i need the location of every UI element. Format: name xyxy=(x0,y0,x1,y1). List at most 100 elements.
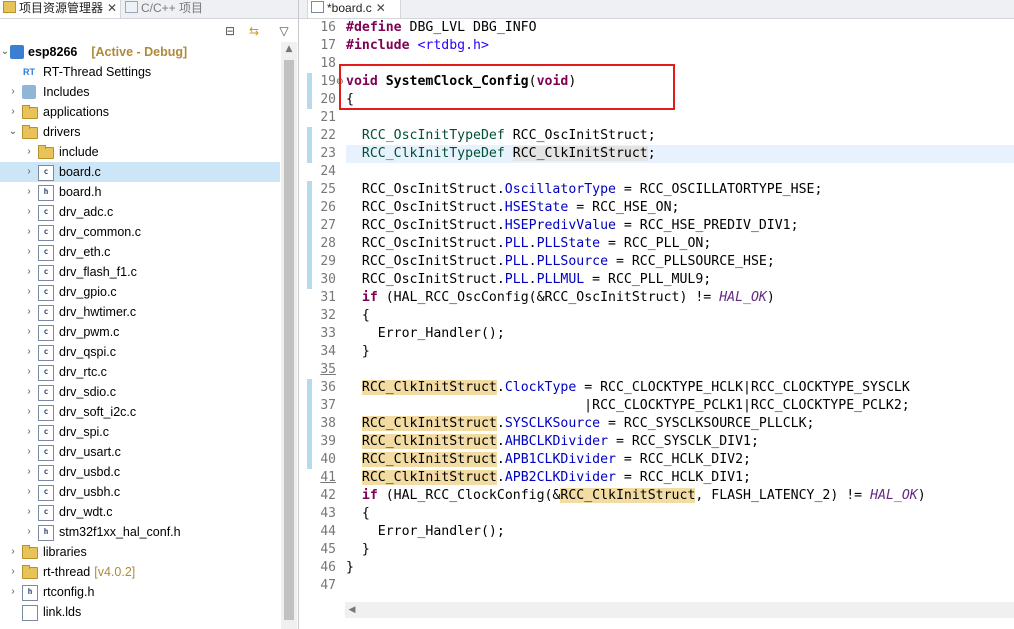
line-number: 33 xyxy=(320,326,336,341)
line-number: 36 xyxy=(320,380,336,395)
tree-item-drv-usbh[interactable]: › c drv_usbh.c xyxy=(0,482,280,502)
chevron-right-icon[interactable]: › xyxy=(24,142,34,162)
tab-board-c[interactable]: *board.c ✕ xyxy=(307,0,401,18)
tree-item-drv-qspi[interactable]: › c drv_qspi.c xyxy=(0,342,280,362)
code-line: RCC_OscInitStruct.OscillatorType = RCC_O… xyxy=(346,181,823,199)
code-text: . xyxy=(496,470,505,485)
chevron-right-icon[interactable]: › xyxy=(24,402,34,422)
chevron-right-icon[interactable]: › xyxy=(24,362,34,382)
chevron-right-icon[interactable]: › xyxy=(24,342,34,362)
tree-item-drv-sdio[interactable]: › c drv_sdio.c xyxy=(0,382,280,402)
close-icon[interactable]: ✕ xyxy=(107,1,117,15)
chevron-down-icon[interactable]: ⌄ xyxy=(0,42,10,62)
tree-item-drv-gpio[interactable]: › c drv_gpio.c xyxy=(0,282,280,302)
chevron-right-icon[interactable]: › xyxy=(24,282,34,302)
tree-item-project[interactable]: ⌄ esp8266 [Active - Debug] xyxy=(0,42,280,62)
line-number: 35 xyxy=(320,362,336,377)
chevron-down-icon[interactable]: ⌄ xyxy=(8,122,18,142)
tree-item-drivers[interactable]: ⌄ drivers xyxy=(0,122,280,142)
tree-item-drv-rtc[interactable]: › c drv_rtc.c xyxy=(0,362,280,382)
tab-project-explorer[interactable]: 项目资源管理器 ✕ xyxy=(0,0,121,18)
chevron-right-icon[interactable]: › xyxy=(24,442,34,462)
line-number: 18 xyxy=(320,56,336,71)
tree-item-stm32f1xx-hal-conf[interactable]: › h stm32f1xx_hal_conf.h xyxy=(0,522,280,542)
tree-item-drv-wdt[interactable]: › c drv_wdt.c xyxy=(0,502,280,522)
tree-item-rt-thread-settings[interactable]: RT RT-Thread Settings xyxy=(0,62,280,82)
chevron-right-icon[interactable]: › xyxy=(24,502,34,522)
scroll-up-icon[interactable]: ▲ xyxy=(281,42,297,56)
explorer-tab-bar: 项目资源管理器 ✕ C/C++ 项目 xyxy=(0,0,298,19)
tree-item-link-lds[interactable]: link.lds xyxy=(0,602,280,622)
line-number-gutter: 16 17 18 19 ⊖ 20 21 22 23 24 25 26 27 28… xyxy=(309,19,343,609)
field-name: APB1CLKDivider xyxy=(504,452,616,467)
tree-item-drv-usart[interactable]: › c drv_usart.c xyxy=(0,442,280,462)
tree-item-rtconfig-h[interactable]: › h rtconfig.h xyxy=(0,582,280,602)
chevron-right-icon[interactable]: › xyxy=(8,542,18,562)
code-text: = RCC_HSE_ON; xyxy=(568,200,680,215)
line-number: 26 xyxy=(320,200,336,215)
c-file-icon: c xyxy=(38,285,54,301)
code-text: RCC_OscInitStruct. xyxy=(346,200,505,215)
collapse-all-icon[interactable]: ⊟ xyxy=(222,23,238,39)
field-name: APB2CLKDivider xyxy=(504,470,616,485)
chevron-right-icon[interactable]: › xyxy=(24,462,34,482)
line-number: 19 xyxy=(320,74,336,89)
chevron-right-icon[interactable]: › xyxy=(24,182,34,202)
field-name: PLLSource xyxy=(536,254,609,269)
chevron-right-icon[interactable]: › xyxy=(24,202,34,222)
tree-item-drv-pwm[interactable]: › c drv_pwm.c xyxy=(0,322,280,342)
code-text: (HAL_RCC_ClockConfig(& xyxy=(377,488,561,503)
tree-item-drv-hwtimer[interactable]: › c drv_hwtimer.c xyxy=(0,302,280,322)
preprocessor-keyword: #include xyxy=(346,38,410,53)
tree-item-label: board.h xyxy=(59,185,102,199)
tree-item-drv-soft-i2c[interactable]: › c drv_soft_i2c.c xyxy=(0,402,280,422)
chevron-right-icon[interactable]: › xyxy=(8,82,18,102)
tree-item-drv-spi[interactable]: › c drv_spi.c xyxy=(0,422,280,442)
tree-item-rt-thread[interactable]: › rt-thread [v4.0.2] xyxy=(0,562,280,582)
tree-item-label: include xyxy=(59,145,99,159)
tree-item-label: libraries xyxy=(43,545,87,559)
line-number: 47 xyxy=(320,578,336,593)
chevron-right-icon[interactable]: › xyxy=(24,302,34,322)
chevron-right-icon[interactable]: › xyxy=(24,422,34,442)
occurrence-highlight: RCC_ClkInitStruct xyxy=(361,380,497,395)
tree-item-includes[interactable]: › Includes xyxy=(0,82,280,102)
tree-item-drv-eth[interactable]: › c drv_eth.c xyxy=(0,242,280,262)
code-text: = RCC_OSCILLATORTYPE_HSE; xyxy=(615,182,823,197)
chevron-right-icon[interactable]: › xyxy=(24,382,34,402)
tree-item-board-h[interactable]: › h board.h xyxy=(0,182,280,202)
close-icon[interactable]: ✕ xyxy=(376,1,386,15)
tree-item-drv-common[interactable]: › c drv_common.c xyxy=(0,222,280,242)
view-menu-icon[interactable]: ▽ xyxy=(276,23,292,39)
tree-item-applications[interactable]: › applications xyxy=(0,102,280,122)
tree-item-libraries[interactable]: › libraries xyxy=(0,542,280,562)
line-number: 27 xyxy=(320,218,336,233)
tree-item-include[interactable]: › include xyxy=(0,142,280,162)
chevron-right-icon[interactable]: › xyxy=(24,482,34,502)
tree-item-drv-adc[interactable]: › c drv_adc.c xyxy=(0,202,280,222)
chevron-right-icon[interactable]: › xyxy=(24,522,34,542)
chevron-right-icon[interactable]: › xyxy=(8,562,18,582)
link-with-editor-icon[interactable]: ⇆ xyxy=(246,23,262,39)
explorer-scrollbar[interactable]: ▲ xyxy=(281,42,297,629)
chevron-right-icon[interactable]: › xyxy=(24,222,34,242)
editor-horizontal-scrollbar[interactable]: ◀ xyxy=(345,602,1014,618)
tree-item-drv-flash-f1[interactable]: › c drv_flash_f1.c xyxy=(0,262,280,282)
tree-item-board-c[interactable]: › c board.c xyxy=(0,162,280,182)
tab-cpp-projects[interactable]: C/C++ 项目 xyxy=(122,0,222,18)
line-number: 20 xyxy=(320,92,336,107)
chevron-right-icon[interactable]: › xyxy=(24,322,34,342)
chevron-right-icon[interactable]: › xyxy=(24,162,34,182)
chevron-right-icon[interactable]: › xyxy=(24,242,34,262)
chevron-right-icon[interactable]: › xyxy=(24,262,34,282)
tree-item-label: drv_pwm.c xyxy=(59,325,120,339)
code-text: = RCC_CLOCKTYPE_HCLK|RCC_CLOCKTYPE_SYSCL… xyxy=(576,380,910,395)
scrollbar-thumb[interactable] xyxy=(284,60,294,620)
chevron-right-icon[interactable]: › xyxy=(8,582,18,602)
scroll-left-icon[interactable]: ◀ xyxy=(345,602,359,618)
chevron-right-icon[interactable]: › xyxy=(8,102,18,122)
tree-item-drv-usbd[interactable]: › c drv_usbd.c xyxy=(0,462,280,482)
